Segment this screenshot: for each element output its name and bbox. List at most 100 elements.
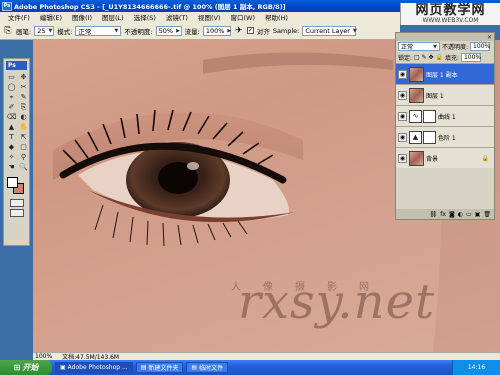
eyedropper-tool-icon[interactable]: ⚲	[18, 153, 29, 162]
chevron-down-icon: ▼	[48, 27, 53, 34]
taskbar-item-photoshop[interactable]: ▣ Adobe Photoshop ...	[55, 362, 133, 373]
folder-icon: ▤	[191, 364, 198, 371]
eye-icon[interactable]: ◉	[398, 90, 407, 100]
add-mask-icon[interactable]: ◙	[449, 211, 455, 218]
site-watermark: 网页教学网 WWW.WEB3V.COM	[400, 3, 500, 25]
clock[interactable]: 14:16	[468, 364, 485, 371]
color-swatches	[6, 175, 27, 197]
layer-opacity-input[interactable]: 100%	[470, 42, 490, 51]
eye-icon[interactable]: ◉	[398, 69, 407, 79]
shape-tool-icon[interactable]: ▢	[18, 143, 29, 152]
pen-tool-icon[interactable]: ◆	[6, 143, 17, 152]
healing-tool-icon[interactable]: ⌖	[6, 93, 17, 102]
flow-input[interactable]: 100% ▶	[202, 25, 232, 36]
layers-blend-row: 正常 ▼ 不透明度: 100%	[396, 41, 494, 52]
path-selection-tool-icon[interactable]: ▲	[6, 123, 17, 132]
notes-tool-icon[interactable]: ✧	[6, 153, 17, 162]
close-icon[interactable]: ✕	[487, 34, 492, 41]
start-label: 开始	[22, 363, 39, 372]
zoom-level[interactable]: 100%	[35, 353, 52, 360]
toolbox-header: Ps	[6, 61, 27, 70]
system-tray: 14:16	[452, 360, 500, 375]
mode-label: 模式:	[57, 27, 73, 36]
layer-row[interactable]: ◉ 图层 1	[396, 84, 494, 105]
dodge-tool-icon[interactable]: ◐	[18, 113, 29, 122]
menu-file[interactable]: 文件(F)	[3, 12, 35, 22]
layers-panel: ✕ 正常 ▼ 不透明度: 100% 锁定: □ ✎ ✥ 🔒 填充: 100% ◉ …	[395, 32, 495, 220]
fill-label: 填充:	[444, 55, 459, 62]
opacity-input[interactable]: 50% ▶	[155, 25, 182, 36]
new-layer-icon[interactable]: ▣	[475, 211, 481, 218]
quick-mask-button[interactable]	[9, 199, 24, 207]
taskbar-item-label: Adobe Photoshop ...	[67, 364, 128, 371]
taskbar: ⊞ 开始 ▣ Adobe Photoshop ... ▤ 新建文件夹 ▤ 临时文…	[0, 360, 500, 375]
lock-icon: 🔒	[481, 154, 489, 162]
fill-input[interactable]: 100%	[460, 53, 481, 62]
hand-tool-icon[interactable]: ✋	[18, 123, 29, 132]
sample-select[interactable]: Current Layer ▼	[302, 25, 357, 36]
new-group-icon[interactable]: ▭	[466, 211, 472, 218]
eye-icon[interactable]: ◉	[398, 153, 407, 163]
zoom-tool-icon[interactable]: 🔍	[18, 163, 29, 172]
history-brush-tool-icon[interactable]: ✐	[6, 103, 17, 112]
layer-name: 曲线 1	[438, 113, 456, 121]
levels-adjustment-icon: ▲	[409, 130, 422, 144]
sample-value: Current Layer	[305, 26, 350, 35]
menu-view[interactable]: 视图(V)	[193, 12, 226, 22]
layers-lock-row: 锁定: □ ✎ ✥ 🔒 填充: 100%	[396, 52, 494, 63]
layer-style-icon[interactable]: fx	[440, 211, 446, 218]
menu-select[interactable]: 选择(S)	[129, 12, 161, 22]
layer-mask-thumbnail	[423, 130, 436, 144]
layer-thumbnail	[409, 87, 424, 103]
layer-blend-mode-select[interactable]: 正常 ▼	[398, 42, 440, 51]
foreground-color-swatch[interactable]	[7, 177, 18, 188]
layer-row[interactable]: ◉ 图层 1 副本	[396, 63, 494, 84]
start-button[interactable]: ⊞ 开始	[0, 360, 52, 375]
move-tool-icon[interactable]: ✥	[18, 73, 29, 82]
aligned-checkbox[interactable]: ✓	[246, 27, 254, 34]
windows-logo-icon: ⊞	[13, 363, 21, 372]
screen-mode-button[interactable]	[9, 209, 24, 217]
clone-stamp-tool-icon[interactable]: ⎘	[18, 103, 29, 112]
curves-adjustment-icon: ∿	[409, 109, 422, 123]
menu-filter[interactable]: 滤镜(T)	[161, 12, 193, 22]
brush-size-picker[interactable]: 25 ▼	[34, 25, 55, 36]
layer-row[interactable]: ◉ ▲ 色阶 1	[396, 126, 494, 147]
site-watermark-title: 网页教学网	[415, 3, 486, 18]
airbrush-icon[interactable]: ✈	[234, 26, 244, 36]
type-tool-icon[interactable]: T	[6, 133, 17, 142]
crop-tool-icon[interactable]: ✂	[18, 83, 29, 92]
chevron-right-icon: ▶	[227, 27, 232, 34]
layer-row[interactable]: ◉ ∿ 曲线 1	[396, 105, 494, 126]
trash-icon[interactable]: 🗑	[483, 211, 491, 218]
adjustment-layer-icon[interactable]: ◐	[458, 211, 463, 218]
eye-icon[interactable]: ◉	[398, 111, 407, 121]
menu-help[interactable]: 帮助(H)	[260, 12, 293, 22]
chevron-down-icon: ▼	[114, 27, 119, 34]
link-layers-icon[interactable]: ⛓	[430, 211, 438, 218]
menu-layer[interactable]: 图层(L)	[97, 12, 129, 22]
lock-options-icon[interactable]: □ ✎ ✥ 🔒	[414, 54, 443, 61]
flow-value: 100%	[205, 26, 225, 35]
hand-pan-tool-icon[interactable]: ☚	[6, 163, 17, 172]
menu-image[interactable]: 图像(I)	[67, 12, 97, 22]
mode-select[interactable]: 正常 ▼	[75, 25, 122, 36]
photoshop-task-icon: ▣	[60, 364, 66, 371]
taskbar-item-temp[interactable]: ▤ 临时文件	[186, 362, 229, 373]
taskbar-item-folder[interactable]: ▤ 新建文件夹	[135, 362, 184, 373]
folder-icon: ▤	[140, 364, 147, 371]
menu-edit[interactable]: 编辑(E)	[35, 12, 67, 22]
opacity-label: 不透明度:	[124, 27, 153, 36]
eraser-tool-icon[interactable]: ⌫	[6, 113, 17, 122]
eye-icon[interactable]: ◉	[398, 132, 407, 142]
menu-window[interactable]: 窗口(W)	[225, 12, 260, 22]
options-bar: ⎘ 画笔: 25 ▼ 模式: 正常 ▼ 不透明度: 50% ▶ 流量: 100% ▶ ✈…	[0, 22, 400, 40]
direct-select-tool-icon[interactable]: ⇱	[18, 133, 29, 142]
marquee-tool-icon[interactable]: ▭	[6, 73, 17, 82]
clone-stamp-icon[interactable]: ⎘	[3, 26, 13, 36]
layer-name: 色阶 1	[438, 134, 456, 142]
layer-opacity-value: 100%	[473, 43, 491, 50]
brush-tool-icon[interactable]: ✎	[18, 93, 29, 102]
layer-row[interactable]: ◉ 背景 🔒	[396, 147, 494, 168]
lasso-tool-icon[interactable]: ◯	[6, 83, 17, 92]
